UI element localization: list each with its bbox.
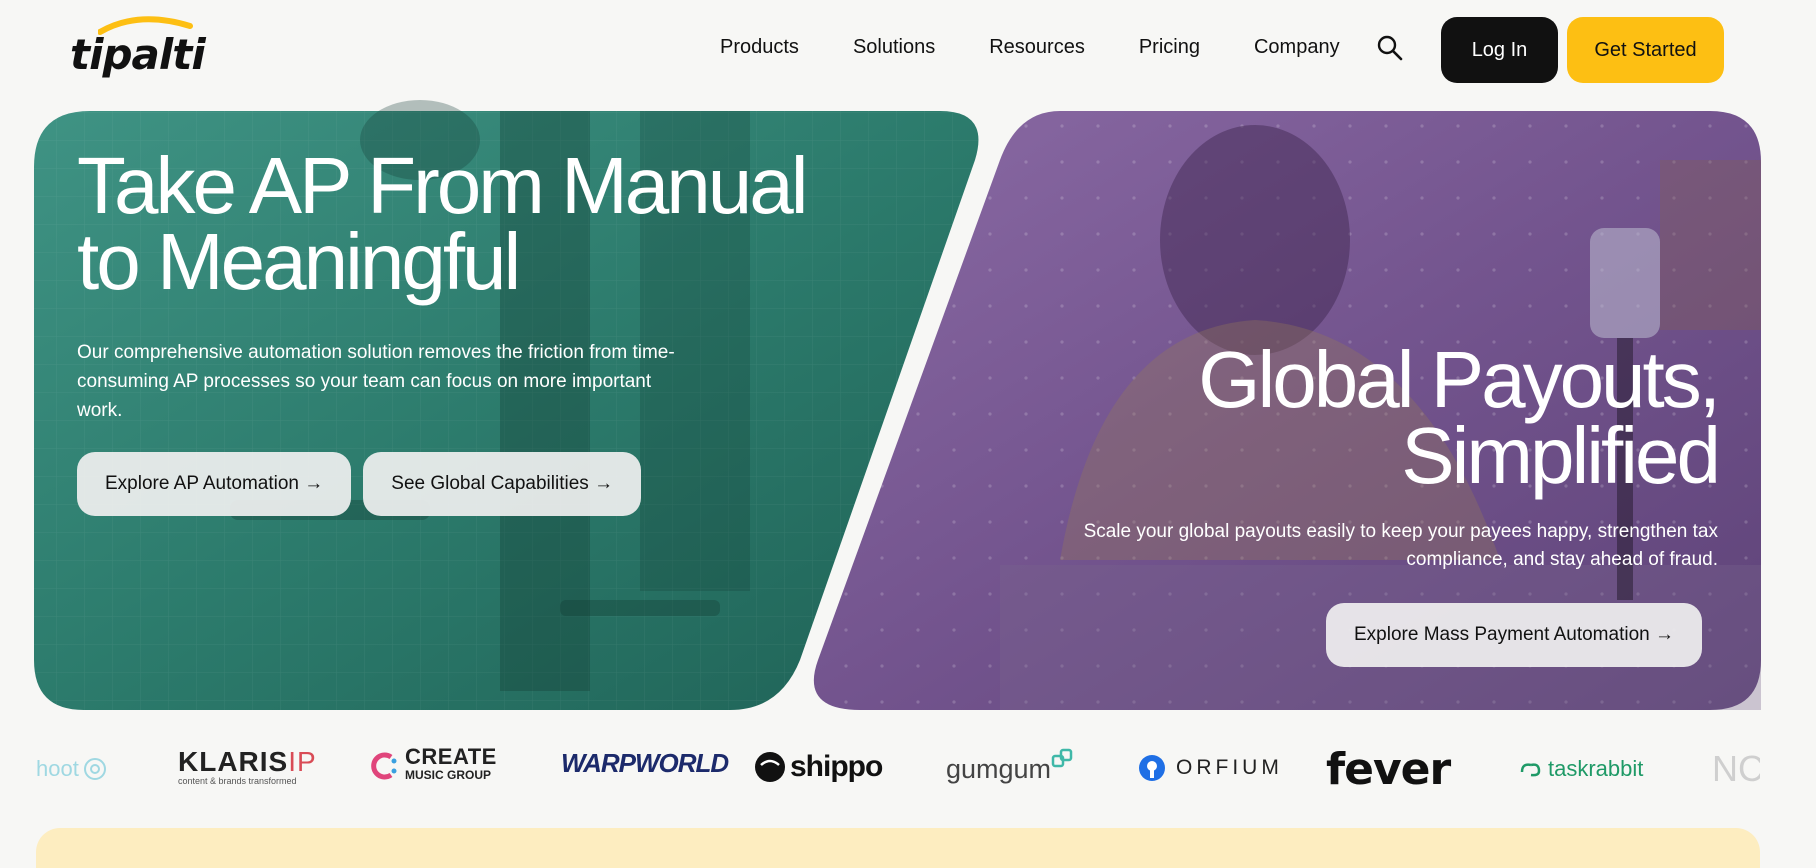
- explore-mass-payment-button[interactable]: Explore Mass Payment Automation →: [1326, 603, 1702, 667]
- left-hero-description: Our comprehensive automation solution re…: [77, 342, 675, 421]
- explore-ap-automation-button[interactable]: Explore AP Automation →: [77, 452, 352, 516]
- left-hero-title: Take AP From Manual to Meaningful: [77, 146, 877, 302]
- left-hero-buttons: Explore AP Automation → See Global Capab…: [77, 452, 642, 516]
- next-section-band: [36, 828, 1760, 868]
- logo-shoot: hoot: [36, 756, 107, 782]
- logo-create-line1: CREATE: [405, 744, 497, 769]
- logo-klaris-ip: KLARISIP content & brands transformed: [178, 746, 317, 787]
- left-title-line2: to Meaningful: [77, 217, 521, 306]
- taskrabbit-mark-icon: [1520, 763, 1541, 777]
- see-global-capabilities-button[interactable]: See Global Capabilities →: [363, 452, 642, 516]
- logo-gumgum-text: gumgum: [946, 754, 1052, 784]
- logo-klaris-tagline: content & brands transformed: [178, 776, 297, 786]
- logo-shippo-text: shippo: [790, 750, 883, 783]
- logo-taskrabbit: taskrabbit: [1519, 756, 1643, 782]
- right-hero-title: Global Payouts, Simplified: [918, 340, 1721, 496]
- logo-shoot-text: hoot: [36, 756, 79, 781]
- logo-warpworld: WARPWORLD: [561, 748, 729, 778]
- right-hero-content: Global Payouts, Simplified Scale your gl…: [918, 340, 1721, 574]
- logo-fever: fever: [1326, 744, 1451, 795]
- logo-gumgum: gumgum: [946, 748, 1073, 785]
- customer-logo-strip: hoot KLARISIP content & brands transform…: [36, 740, 1760, 800]
- gumgum-mark-icon: [1051, 748, 1073, 767]
- create-mark-icon: [371, 752, 397, 780]
- logo-orfium-text: ORFIUM: [1176, 756, 1283, 779]
- camera-icon: [83, 758, 106, 780]
- orfium-mark-icon: [1139, 755, 1165, 781]
- logo-create-line2: MUSIC GROUP: [405, 768, 492, 782]
- left-hero-content: Take AP From Manual to Meaningful Our co…: [77, 146, 877, 425]
- right-hero-button-wrap: Explore Mass Payment Automation →: [1326, 603, 1702, 667]
- logo-klaris-ip-text: IP: [288, 746, 317, 777]
- logo-partial: NC: [1712, 748, 1760, 789]
- logo-shippo: shippo: [754, 750, 883, 784]
- logo-klaris-text: KLARIS: [178, 746, 289, 777]
- logo-orfium: ORFIUM: [1138, 754, 1283, 782]
- right-title-line2: Simplified: [1401, 411, 1721, 500]
- logo-taskrabbit-text: taskrabbit: [1548, 756, 1644, 781]
- logo-create-music-group: CREATE MUSIC GROUP: [369, 744, 497, 784]
- shippo-bird-icon: [755, 752, 785, 782]
- right-hero-description: Scale your global payouts easily to keep…: [1083, 521, 1718, 570]
